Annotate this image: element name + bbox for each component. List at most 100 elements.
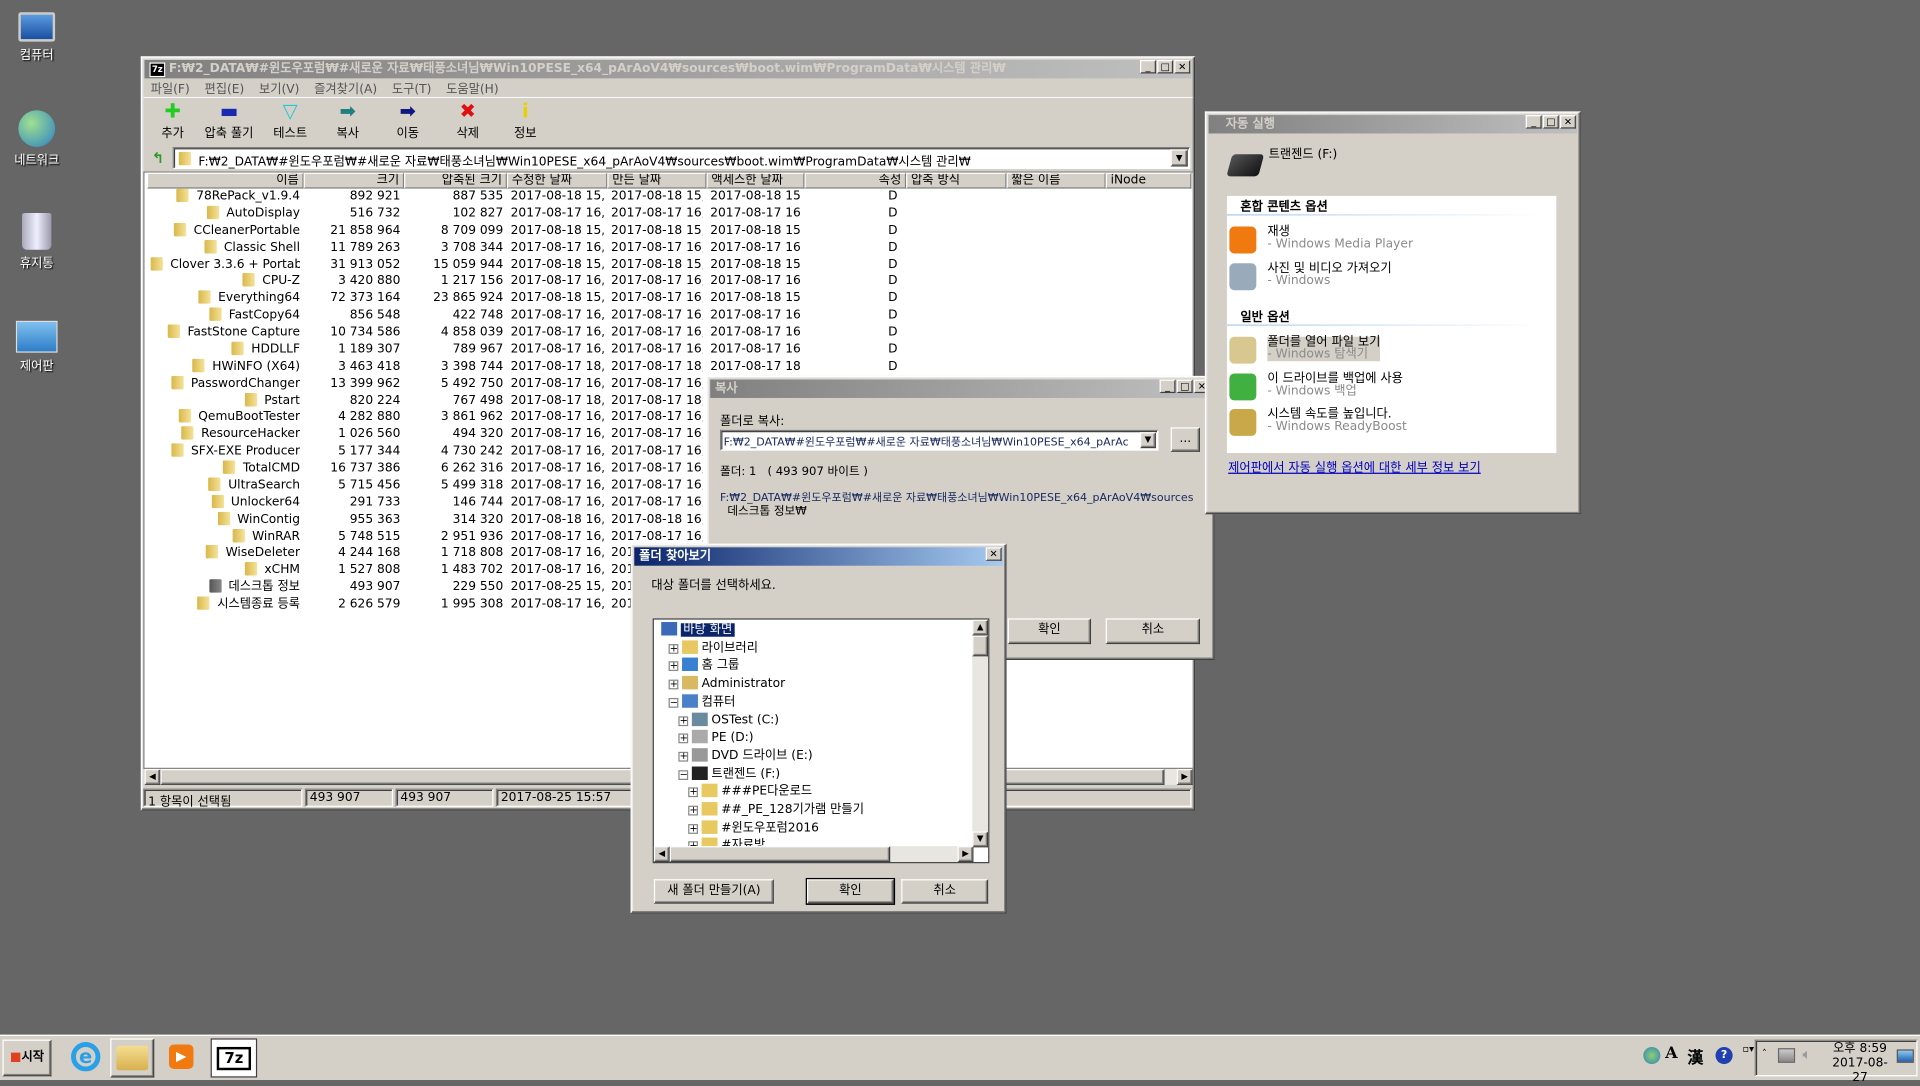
combobox-dropdown-button[interactable]: ▼ bbox=[1140, 432, 1156, 449]
column-header[interactable]: 압축 방식 bbox=[906, 172, 1007, 189]
taskbar-ie[interactable]: e bbox=[64, 1037, 108, 1077]
column-header[interactable]: 이름 bbox=[146, 172, 304, 189]
network-icon[interactable] bbox=[1777, 1048, 1796, 1063]
address-bar[interactable]: F:₩2_DATA₩#윈도우포럼₩#새로운 자료₩태풍소녀님₩Win10PESE… bbox=[172, 146, 1191, 169]
copy-cancel-button[interactable]: 취소 bbox=[1105, 618, 1201, 645]
taskbar-explorer[interactable] bbox=[110, 1038, 155, 1078]
scroll-right-button[interactable]: ▶ bbox=[957, 846, 974, 863]
toolbar-button-plus[interactable]: ✚ 추가 bbox=[146, 100, 200, 141]
autoplay-option[interactable]: 이 드라이브를 백업에 사용 - Windows 백업 bbox=[1229, 373, 1547, 405]
table-row[interactable]: FastStone Capture 10 734 586 4 858 039 2017… bbox=[0, 324, 1194, 341]
collapse-icon[interactable]: − bbox=[668, 697, 679, 708]
autoplay-title-bar[interactable]: 자동 실행 bbox=[1208, 115, 1578, 134]
new-folder-button[interactable]: 새 폴더 만들기(A) bbox=[653, 879, 774, 904]
table-row[interactable]: Classic Shell 11 789 263 3 708 344 2017-08-… bbox=[0, 239, 1194, 257]
expand-icon[interactable]: + bbox=[678, 715, 689, 726]
table-row[interactable]: CCleanerPortable 21 858 964 8 709 099 2017-… bbox=[0, 222, 1194, 240]
menu-tools[interactable]: 도구(T) bbox=[392, 83, 432, 96]
tree-horizontal-scrollbar[interactable]: ◀ ▶ bbox=[653, 846, 974, 863]
menu-favorites[interactable]: 즐겨찾기(A) bbox=[314, 83, 377, 96]
autoplay-option[interactable]: 재생 - Windows Media Player bbox=[1229, 226, 1547, 259]
tree-item[interactable]: + Administrator bbox=[668, 676, 785, 692]
tree-item[interactable]: + 라이브러리 bbox=[668, 640, 758, 656]
column-header[interactable]: 속성 bbox=[804, 172, 907, 189]
table-row[interactable]: Everything64 72 373 164 23 865 924 2017-08-… bbox=[0, 290, 1194, 308]
expand-icon[interactable]: + bbox=[688, 823, 698, 834]
taskbar-7zip[interactable]: 7z bbox=[210, 1038, 258, 1078]
title-bar[interactable]: 7z F:₩2_DATA₩#윈도우포럼₩#새로운 자료₩태풍소녀님₩Win10PE… bbox=[144, 60, 1192, 79]
maximize-button[interactable]: □ bbox=[1157, 60, 1174, 74]
taskbar-media-player[interactable]: ▶ bbox=[159, 1037, 203, 1077]
tree-item[interactable]: + OSTest (C:) bbox=[678, 712, 779, 728]
folder-tree[interactable]: 바탕 화면 + 라이브러리 + 홈 그룹 + Administrator − 컴퓨터 + OSTes… bbox=[652, 618, 990, 864]
tree-item[interactable]: 바탕 화면 bbox=[659, 622, 735, 638]
ime-hanja[interactable]: 漢 bbox=[1687, 1044, 1703, 1067]
expand-icon[interactable]: + bbox=[678, 751, 689, 762]
autoplay-option[interactable]: 사진 및 비디오 가져오기 - Windows bbox=[1229, 263, 1547, 295]
tree-item[interactable]: + #윈도우포럼2016 bbox=[688, 820, 819, 836]
start-button[interactable]: ■시작 bbox=[2, 1039, 52, 1077]
column-header[interactable]: 짧은 이름 bbox=[1006, 172, 1106, 189]
scroll-up-button[interactable]: ▲ bbox=[972, 619, 989, 636]
scroll-left-button[interactable]: ◀ bbox=[653, 846, 670, 863]
copy-ok-button[interactable]: 확인 bbox=[1007, 618, 1092, 645]
expand-icon[interactable]: + bbox=[668, 643, 679, 654]
expand-icon[interactable]: + bbox=[668, 661, 679, 672]
table-row[interactable]: AutoDisplay 516 732 102 827 2017-08-17 16,.… bbox=[0, 205, 1194, 223]
desktop-icon-computer[interactable]: 컴퓨터 bbox=[0, 10, 73, 62]
tree-item[interactable]: − 트랜젠드 (F:) bbox=[678, 766, 780, 782]
minimize-button[interactable]: _ bbox=[1525, 115, 1542, 129]
autoplay-option[interactable]: 폴더를 열어 파일 보기 - Windows 탐색기 bbox=[1229, 336, 1547, 369]
minimize-button[interactable]: _ bbox=[1140, 60, 1156, 74]
language-bar-icon[interactable] bbox=[1643, 1046, 1661, 1065]
desktop-icon-network[interactable]: 네트워크 bbox=[0, 110, 73, 168]
menu-file[interactable]: 파일(F) bbox=[151, 83, 190, 96]
tree-item[interactable]: + 홈 그룹 bbox=[668, 658, 739, 674]
minimize-button[interactable]: _ bbox=[1159, 379, 1176, 394]
copy-dialog-title-bar[interactable]: 복사 bbox=[710, 379, 1212, 398]
column-header[interactable]: 액세스한 날짜 bbox=[706, 172, 805, 189]
toolbar-button-check[interactable]: ▽ 테스트 bbox=[263, 100, 317, 141]
toolbar-button-info[interactable]: i 정보 bbox=[498, 100, 552, 141]
language-bar-options-icon[interactable]: ▫▾ bbox=[1742, 1043, 1754, 1054]
column-header[interactable]: 압축된 크기 bbox=[404, 172, 507, 189]
expand-icon[interactable]: + bbox=[688, 805, 698, 816]
toolbar-button-minus[interactable]: ▬ 압축 풀기 bbox=[202, 100, 256, 141]
expand-icon[interactable]: + bbox=[688, 787, 698, 798]
close-button[interactable]: ✕ bbox=[985, 547, 1002, 561]
ime-mode-a[interactable]: A bbox=[1665, 1044, 1677, 1062]
scroll-left-button[interactable]: ◀ bbox=[144, 768, 161, 785]
table-row[interactable]: HWiNFO (X64) 3 463 418 3 398 744 2017-08-17… bbox=[0, 358, 1194, 375]
maximize-button[interactable]: □ bbox=[1176, 379, 1193, 394]
column-header[interactable]: 만든 날짜 bbox=[607, 172, 707, 189]
menu-help[interactable]: 도움말(H) bbox=[446, 83, 499, 96]
show-hidden-icons-icon[interactable]: ˄ bbox=[1762, 1048, 1767, 1059]
column-header[interactable]: iNode bbox=[1105, 172, 1192, 189]
browse-button[interactable]: ... bbox=[1170, 427, 1201, 452]
tree-item[interactable]: + DVD 드라이브 (E:) bbox=[678, 748, 813, 764]
tree-item[interactable]: + PE (D:) bbox=[678, 730, 754, 746]
tree-item[interactable]: + ###PE다운로드 bbox=[688, 784, 812, 800]
scroll-thumb[interactable] bbox=[669, 846, 891, 863]
column-header[interactable]: 수정한 날짜 bbox=[506, 172, 608, 189]
scroll-thumb[interactable] bbox=[972, 635, 989, 657]
volume-icon[interactable]: 🔈︎ bbox=[1802, 1046, 1811, 1064]
table-row[interactable]: CPU-Z 3 420 880 1 217 156 2017-08-17 16,.. 2… bbox=[0, 273, 1194, 291]
close-button[interactable]: ✕ bbox=[1174, 60, 1191, 74]
scroll-down-button[interactable]: ▼ bbox=[972, 831, 989, 848]
expand-icon[interactable]: + bbox=[668, 679, 679, 690]
maximize-button[interactable]: □ bbox=[1542, 115, 1559, 129]
scroll-right-button[interactable]: ▶ bbox=[1176, 768, 1193, 785]
table-row[interactable]: HDDLLF 1 189 307 789 967 2017-08-17 16,.. 20… bbox=[0, 341, 1194, 358]
browse-cancel-button[interactable]: 취소 bbox=[901, 879, 989, 904]
toolbar-button-move-arrow[interactable]: ➡ 이동 bbox=[381, 100, 435, 141]
menu-edit[interactable]: 편집(E) bbox=[204, 83, 244, 96]
menu-view[interactable]: 보기(V) bbox=[259, 83, 299, 96]
tree-item[interactable]: − 컴퓨터 bbox=[668, 694, 735, 710]
column-header[interactable]: 크기 bbox=[303, 172, 405, 189]
tree-item[interactable]: + ##_PE_128기가램 만들기 bbox=[688, 802, 864, 818]
table-row[interactable]: FastCopy64 856 548 422 748 2017-08-17 16,..… bbox=[0, 307, 1194, 325]
table-row[interactable]: Clover 3.3.6 + Portable 31 913 052 15 059 … bbox=[0, 256, 1194, 274]
browse-ok-button[interactable]: 확인 bbox=[805, 877, 896, 905]
autoplay-settings-link[interactable]: 제어판에서 자동 실행 옵션에 대한 세부 정보 보기 bbox=[1228, 457, 1481, 475]
